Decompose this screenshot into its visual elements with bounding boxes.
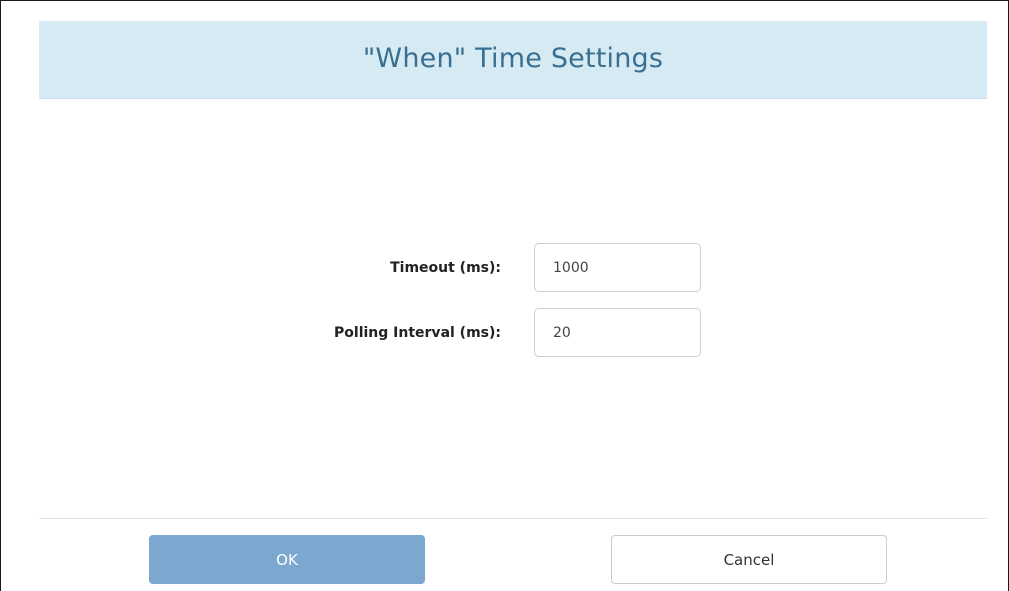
footer-divider — [39, 518, 987, 519]
cancel-button[interactable]: Cancel — [611, 535, 887, 584]
time-settings-dialog: "When" Time Settings Timeout (ms): Polli… — [0, 0, 1009, 591]
timeout-label: Timeout (ms): — [390, 260, 501, 276]
ok-button[interactable]: OK — [149, 535, 425, 584]
dialog-header: "When" Time Settings — [39, 21, 987, 99]
polling-interval-input[interactable] — [534, 308, 701, 357]
polling-interval-label: Polling Interval (ms): — [334, 325, 501, 341]
timeout-input[interactable] — [534, 243, 701, 292]
dialog-title: "When" Time Settings — [362, 42, 664, 74]
